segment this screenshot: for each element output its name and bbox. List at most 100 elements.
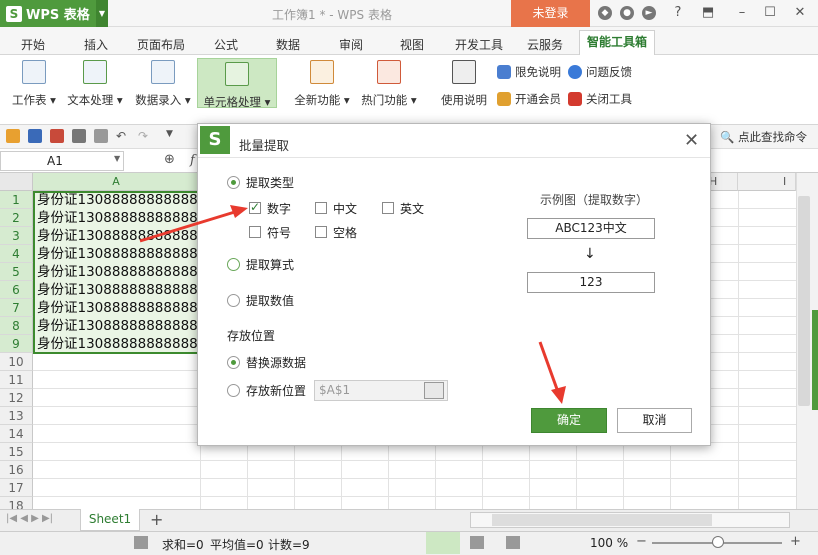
row-header[interactable]: 9 [0,335,33,353]
settings-icon[interactable]: ● [620,6,634,20]
row-header[interactable]: 2 [0,209,33,227]
tab-insert[interactable]: 插入 [84,36,108,53]
row-header[interactable]: 11 [0,371,33,389]
hot-features-button[interactable]: 热门功能 ▾ [357,60,421,108]
data-entry-button[interactable]: 数据录入 ▾ [131,60,195,108]
tab-cloud[interactable]: 云服务 [527,36,563,53]
row-header[interactable]: 6 [0,281,33,299]
page-layout-view-icon[interactable] [470,536,484,549]
tab-view[interactable]: 视图 [400,36,424,53]
name-box[interactable]: A1 [0,151,124,171]
row-header[interactable]: 16 [0,461,33,479]
save-icon[interactable] [28,129,42,143]
extract-value-radio[interactable] [227,294,240,307]
add-sheet-icon[interactable]: + [150,510,163,529]
row-header[interactable]: 10 [0,353,33,371]
usage-guide-button[interactable]: 使用说明 [437,60,491,108]
example-title: 示例图（提取数字） [540,193,649,207]
tag-icon [497,65,511,79]
normal-view-icon[interactable] [426,532,460,554]
scroll-thumb[interactable] [798,196,810,406]
row-header[interactable]: 13 [0,407,33,425]
close-tool-button[interactable]: 关闭工具 [568,91,632,107]
english-checkbox[interactable] [382,202,394,214]
tab-page-layout[interactable]: 页面布局 [137,36,185,53]
status-count: 计数=9 [268,538,310,552]
print-preview-icon[interactable] [94,129,108,143]
sheet-nav-icons[interactable]: |◀ ◀ ▶ ▶| [6,513,53,524]
open-icon[interactable] [6,129,20,143]
gridline-row [33,496,796,497]
horizontal-scroll-thumb[interactable] [492,514,712,526]
ok-button[interactable]: 确定 [531,408,607,433]
print-icon[interactable] [72,129,86,143]
function-icon[interactable]: f [190,153,195,168]
tab-developer[interactable]: 开发工具 [455,36,503,53]
dialog-logo-icon: S [200,126,230,154]
cancel-button[interactable]: 取消 [617,408,692,433]
maximize-icon[interactable]: ☐ [762,4,778,22]
zoom-in-icon[interactable]: + [790,534,801,549]
export-pdf-icon[interactable] [50,129,64,143]
wps-logo-icon: S [6,5,22,22]
digits-checkbox[interactable]: ✓ [249,200,261,214]
zoom-out-icon[interactable]: − [636,534,647,549]
row-header[interactable]: 3 [0,227,33,245]
column-header-i[interactable]: I [738,173,796,191]
wps-menu-button[interactable]: S WPS 表格 ▼ [0,0,108,27]
row-header[interactable]: 12 [0,389,33,407]
replace-source-radio[interactable] [227,356,240,369]
help-icon[interactable]: ? [670,4,686,22]
select-all-corner[interactable] [0,173,33,191]
row-header[interactable]: 1 [0,191,33,209]
page-break-view-icon[interactable] [506,536,520,549]
zoom-slider-handle[interactable] [712,536,724,548]
new-position-radio[interactable] [227,384,240,397]
extract-type-radio[interactable] [227,176,240,189]
minimize-icon[interactable]: – [734,4,750,22]
namebox-dropdown-icon[interactable]: ▼ [114,154,120,163]
tab-home[interactable]: 开始 [21,36,45,53]
zoom-formula-icon[interactable]: ⊕ [164,152,175,167]
close-window-icon[interactable]: ✕ [792,4,808,22]
extract-formula-radio[interactable] [227,258,240,271]
free-info-button[interactable]: 限免说明 [497,64,561,80]
chinese-label: 中文 [333,202,358,216]
arrow-down-icon: ↓ [584,246,596,262]
more-icon[interactable]: ▼ [166,129,180,143]
new-features-button[interactable]: 全新功能 ▾ [290,60,354,108]
dialog-close-icon[interactable]: ✕ [684,130,699,151]
row-header[interactable]: 15 [0,443,33,461]
undo-icon[interactable]: ↶ [116,129,130,143]
skin-icon[interactable]: ◆ [598,6,612,20]
restore-icon[interactable]: ⬒ [700,4,716,22]
share-icon[interactable]: ► [642,6,656,20]
worksheet-button[interactable]: 工作表 ▾ [8,60,60,108]
open-vip-button[interactable]: 开通会员 [497,91,561,107]
spaces-checkbox[interactable] [315,226,327,238]
chinese-checkbox[interactable] [315,202,327,214]
tab-formula[interactable]: 公式 [214,36,238,53]
close-tool-icon [568,92,582,106]
range-picker-icon[interactable] [424,382,444,399]
row-header[interactable]: 14 [0,425,33,443]
row-header[interactable]: 7 [0,299,33,317]
tab-smart-toolbox[interactable]: 智能工具箱 [579,30,655,55]
symbols-checkbox[interactable] [249,226,261,238]
symbols-label: 符号 [267,226,292,240]
tab-review[interactable]: 审阅 [339,36,363,53]
text-process-button[interactable]: 文本处理 ▾ [64,60,126,108]
column-header-a[interactable]: A [33,173,200,191]
row-header[interactable]: 5 [0,263,33,281]
row-header[interactable]: 4 [0,245,33,263]
tab-data[interactable]: 数据 [276,36,300,53]
login-button[interactable]: 未登录 [511,0,590,27]
feedback-button[interactable]: 问题反馈 [568,64,632,80]
side-panel-toggle[interactable] [812,310,818,410]
sheet-tab[interactable]: Sheet1 [80,509,140,531]
cell-process-button[interactable]: 单元格处理 ▾ [197,58,277,109]
row-header[interactable]: 8 [0,317,33,335]
row-header[interactable]: 17 [0,479,33,497]
find-command[interactable]: 🔍 点此查找命令 [720,129,807,145]
redo-icon[interactable]: ↷ [138,129,152,143]
